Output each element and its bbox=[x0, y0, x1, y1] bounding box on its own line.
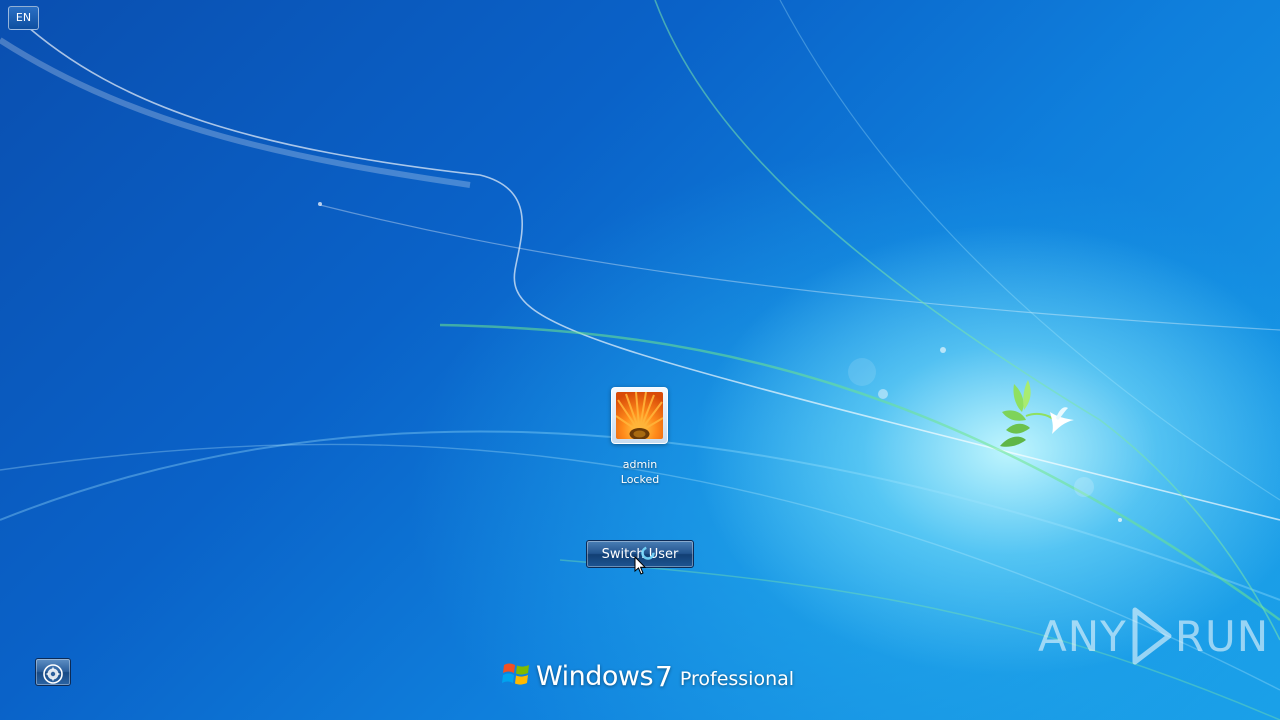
language-indicator[interactable]: EN bbox=[8, 6, 39, 30]
brand-name: Windows bbox=[536, 661, 654, 692]
watermark-right: RUN bbox=[1174, 611, 1270, 661]
ease-of-access-icon bbox=[43, 663, 63, 684]
windows-flag-icon bbox=[502, 663, 529, 685]
wallpaper-birds-icon bbox=[1000, 380, 1074, 447]
ease-of-access-button[interactable] bbox=[35, 658, 71, 686]
brand-version: 7 bbox=[655, 660, 673, 693]
user-name: admin bbox=[622, 458, 658, 471]
play-triangle-icon bbox=[1132, 607, 1172, 665]
anyrun-watermark: ANY RUN bbox=[1038, 606, 1269, 666]
windows-branding: Windows 7 Professional bbox=[502, 656, 794, 692]
user-picture bbox=[616, 392, 663, 439]
watermark-left: ANY bbox=[1038, 611, 1127, 661]
user-tile[interactable] bbox=[611, 387, 668, 444]
logon-screen: EN admin Locked Switch User Windows 7 Pr… bbox=[0, 0, 1280, 720]
busy-cursor-icon bbox=[634, 556, 647, 575]
user-status: Locked bbox=[620, 473, 660, 486]
brand-edition: Professional bbox=[679, 668, 795, 690]
